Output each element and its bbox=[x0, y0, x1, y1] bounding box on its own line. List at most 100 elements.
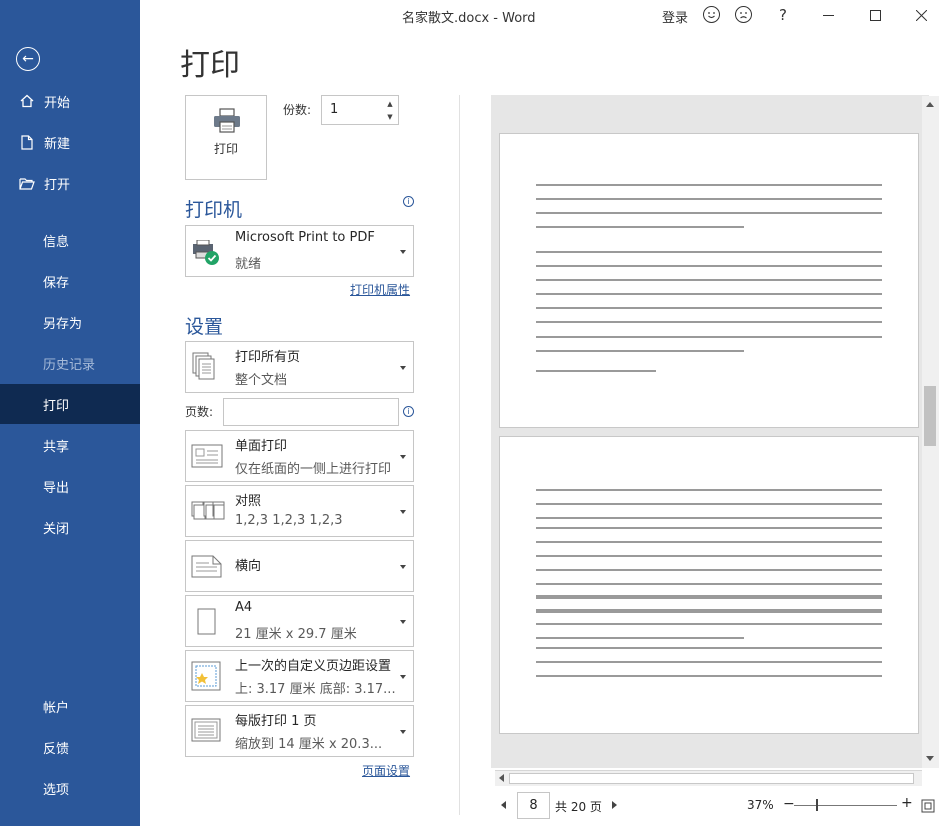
help-icon[interactable]: ? bbox=[772, 5, 794, 25]
chevron-down-icon bbox=[400, 510, 406, 514]
chevron-down-icon bbox=[400, 565, 406, 569]
total-pages: 共 20 页 bbox=[555, 800, 602, 814]
sidebar-item-options[interactable]: 选项 bbox=[0, 768, 140, 808]
pages-per-sheet-icon bbox=[191, 718, 225, 748]
sidebar-item-label: 导出 bbox=[43, 480, 70, 496]
orientation-dropdown[interactable]: 横向 bbox=[185, 540, 414, 592]
frown-feedback-icon[interactable] bbox=[735, 6, 752, 23]
printer-name: Microsoft Print to PDF bbox=[235, 230, 375, 245]
horizontal-scrollbar[interactable] bbox=[495, 770, 922, 786]
paper-size-icon bbox=[191, 608, 225, 640]
setting-title: 横向 bbox=[235, 559, 262, 574]
sidebar-item-label: 新建 bbox=[44, 136, 71, 152]
paper-size-dropdown[interactable]: A4 21 厘米 x 29.7 厘米 bbox=[185, 595, 414, 647]
printer-status: 就绪 bbox=[235, 257, 262, 272]
text-block bbox=[536, 251, 882, 335]
sidebar-item-new[interactable]: 新建 bbox=[0, 122, 140, 162]
scroll-thumb[interactable] bbox=[924, 386, 936, 446]
margins-icon bbox=[191, 661, 225, 695]
setting-subtitle: 21 厘米 x 29.7 厘米 bbox=[235, 627, 357, 642]
current-page-input[interactable]: 8 bbox=[517, 792, 550, 819]
sidebar-item-label: 帐户 bbox=[43, 700, 70, 716]
sidebar-item-close[interactable]: 关闭 bbox=[0, 507, 140, 547]
smile-feedback-icon[interactable] bbox=[703, 6, 720, 23]
sides-dropdown[interactable]: 单面打印 仅在纸面的一侧上进行打印 bbox=[185, 430, 414, 482]
chevron-down-icon bbox=[400, 250, 406, 254]
sidebar-item-export[interactable]: 导出 bbox=[0, 466, 140, 506]
sidebar-item-label: 关闭 bbox=[43, 521, 70, 537]
setting-subtitle: 缩放到 14 厘米 x 20.3... bbox=[235, 737, 383, 752]
collate-dropdown[interactable]: 对照 1,2,3 1,2,3 1,2,3 bbox=[185, 485, 414, 537]
next-page-icon[interactable] bbox=[612, 801, 617, 809]
sidebar-item-print[interactable]: 打印 bbox=[0, 384, 140, 424]
spin-up-icon[interactable]: ▲ bbox=[384, 98, 396, 110]
title-bar: 名家散文.docx - Word 登录 ? bbox=[140, 0, 944, 30]
scroll-thumb[interactable] bbox=[509, 773, 914, 784]
close-window-icon[interactable] bbox=[910, 5, 932, 25]
previous-page-icon[interactable] bbox=[501, 801, 506, 809]
sidebar-item-label: 历史记录 bbox=[43, 357, 96, 373]
info-icon[interactable]: i bbox=[403, 196, 414, 207]
sidebar-item-label: 打印 bbox=[43, 398, 70, 414]
zoom-in-icon[interactable]: + bbox=[901, 795, 913, 811]
chevron-down-icon bbox=[400, 730, 406, 734]
sidebar-item-label: 保存 bbox=[43, 275, 70, 291]
preview-status-bar: 8 共 20 页 37% − + bbox=[491, 792, 944, 820]
setting-title: 单面打印 bbox=[235, 439, 288, 454]
sidebar-item-account[interactable]: 帐户 bbox=[0, 686, 140, 726]
printer-heading: 打印机 bbox=[185, 199, 243, 221]
sidebar-item-label: 另存为 bbox=[43, 316, 83, 332]
info-icon[interactable]: i bbox=[403, 406, 414, 417]
setting-title: 打印所有页 bbox=[235, 350, 301, 365]
text-block bbox=[536, 647, 882, 689]
sidebar-item-open[interactable]: 打开 bbox=[0, 163, 140, 203]
setting-subtitle: 1,2,3 1,2,3 1,2,3 bbox=[235, 513, 343, 528]
folder-icon bbox=[18, 177, 36, 190]
pages-input[interactable] bbox=[223, 398, 399, 426]
pages-per-sheet-dropdown[interactable]: 每版打印 1 页 缩放到 14 厘米 x 20.3... bbox=[185, 705, 414, 757]
back-arrow-icon[interactable]: ← bbox=[16, 47, 40, 71]
spin-down-icon[interactable]: ▼ bbox=[384, 111, 396, 123]
vertical-scrollbar[interactable] bbox=[922, 96, 939, 768]
zoom-slider-thumb[interactable] bbox=[816, 799, 818, 811]
landscape-icon bbox=[191, 553, 225, 583]
sidebar-item-share[interactable]: 共享 bbox=[0, 425, 140, 465]
print-button[interactable]: 打印 bbox=[185, 95, 267, 180]
settings-heading: 设置 bbox=[185, 316, 224, 338]
text-block bbox=[536, 336, 882, 364]
sidebar-item-label: 共享 bbox=[43, 439, 70, 455]
sidebar-item-label: 开始 bbox=[44, 95, 71, 111]
panel-divider bbox=[459, 95, 460, 815]
printer-icon bbox=[212, 108, 242, 138]
setting-title: 每版打印 1 页 bbox=[235, 714, 317, 729]
scroll-down-icon[interactable] bbox=[926, 756, 934, 761]
maximize-icon[interactable] bbox=[864, 5, 886, 25]
sidebar-item-save[interactable]: 保存 bbox=[0, 261, 140, 301]
printer-properties-link[interactable]: 打印机属性 bbox=[350, 281, 410, 298]
print-range-dropdown[interactable]: 打印所有页 整个文档 bbox=[185, 341, 414, 393]
text-block bbox=[536, 489, 882, 531]
sidebar-item-save-as[interactable]: 另存为 bbox=[0, 302, 140, 342]
sidebar-item-label: 信息 bbox=[43, 234, 70, 250]
copies-stepper[interactable]: 1 ▲ ▼ bbox=[321, 95, 399, 125]
scroll-up-icon[interactable] bbox=[926, 102, 934, 107]
zoom-out-icon[interactable]: − bbox=[783, 796, 795, 812]
zoom-level[interactable]: 37% bbox=[747, 798, 774, 812]
printer-dropdown[interactable]: Microsoft Print to PDF 就绪 bbox=[185, 225, 414, 277]
preview-page bbox=[499, 133, 919, 428]
fit-to-page-icon[interactable] bbox=[921, 798, 935, 817]
margins-dropdown[interactable]: 上一次的自定义页边距设置 上: 3.17 厘米 底部: 3.17... bbox=[185, 650, 414, 702]
sidebar-item-feedback[interactable]: 反馈 bbox=[0, 727, 140, 767]
minimize-icon[interactable] bbox=[817, 5, 839, 25]
page-setup-link[interactable]: 页面设置 bbox=[362, 762, 410, 779]
sidebar-item-label: 反馈 bbox=[43, 741, 70, 757]
printer-ready-icon bbox=[191, 239, 221, 270]
print-preview[interactable] bbox=[491, 95, 929, 768]
zoom-slider[interactable] bbox=[794, 805, 897, 806]
sidebar-item-info[interactable]: 信息 bbox=[0, 220, 140, 260]
setting-title: A4 bbox=[235, 600, 253, 615]
page-title: 打印 bbox=[180, 48, 240, 83]
scroll-left-icon[interactable] bbox=[499, 774, 504, 782]
sign-in-link[interactable]: 登录 bbox=[662, 7, 688, 26]
sidebar-item-home[interactable]: 开始 bbox=[0, 81, 140, 121]
